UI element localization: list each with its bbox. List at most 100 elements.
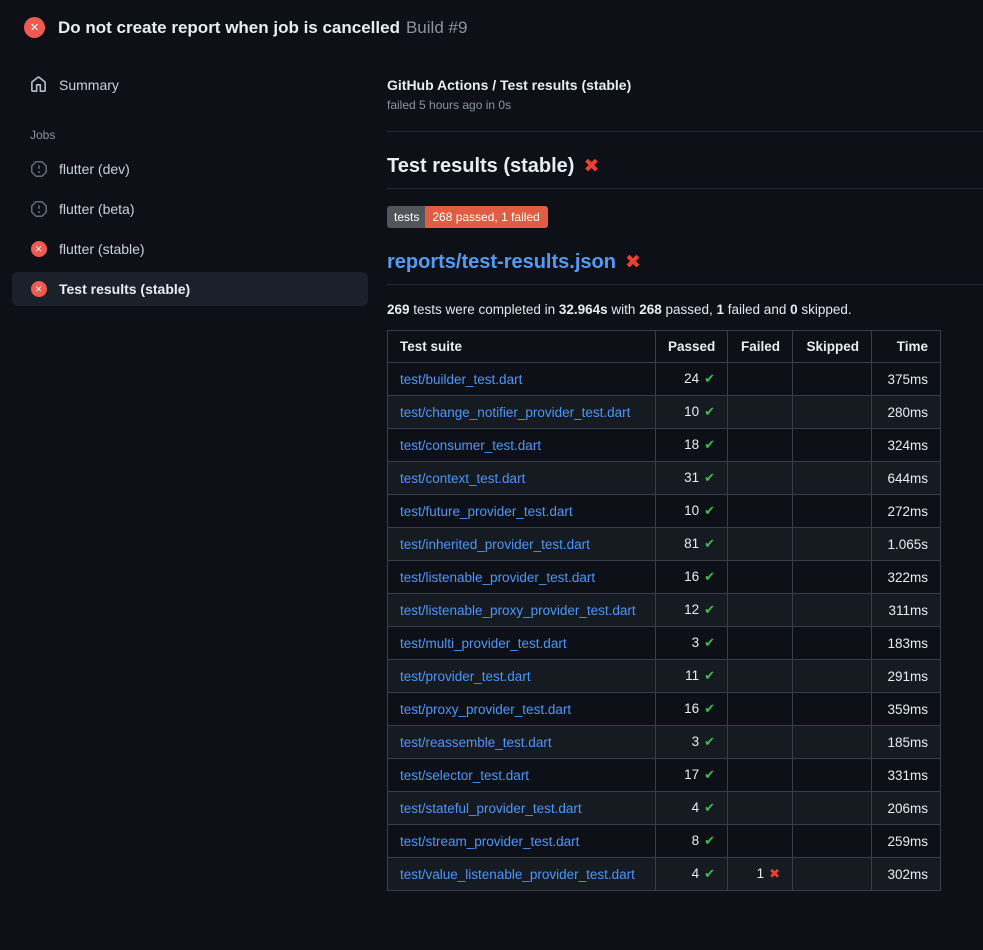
section-heading: Test results (stable)✖ (387, 155, 983, 189)
test-suite-link[interactable]: test/proxy_provider_test.dart (400, 702, 571, 717)
table-cell: 4✔ (656, 792, 728, 825)
cancelled-stop-icon (30, 161, 47, 177)
table-cell: 1✖ (728, 858, 793, 891)
table-cell-suite: test/builder_test.dart (388, 363, 656, 396)
sidebar-item-label: flutter (beta) (59, 201, 134, 217)
table-cell: 280ms (872, 396, 941, 429)
failed-x-circle-icon: ✕ (30, 281, 47, 297)
check-icon: ✔ (704, 767, 715, 782)
table-row: test/change_notifier_provider_test.dart1… (388, 396, 941, 429)
main-content: GitHub Actions / Test results (stable) f… (380, 53, 983, 891)
table-row: test/future_provider_test.dart10✔272ms (388, 495, 941, 528)
table-cell (793, 792, 872, 825)
test-summary-line: 269 tests were completed in 32.964s with… (387, 302, 983, 317)
table-row: test/listenable_proxy_provider_test.dart… (388, 594, 941, 627)
divider (387, 131, 983, 132)
badge-value: 268 passed, 1 failed (425, 206, 547, 228)
test-suite-link[interactable]: test/multi_provider_test.dart (400, 636, 567, 651)
sidebar-item-flutter-beta[interactable]: flutter (beta) (12, 192, 368, 226)
sidebar-item-summary[interactable]: Summary (12, 67, 368, 102)
badge-label: tests (387, 206, 425, 228)
test-suite-link[interactable]: test/future_provider_test.dart (400, 504, 573, 519)
table-row: test/listenable_provider_test.dart16✔322… (388, 561, 941, 594)
table-cell (728, 429, 793, 462)
test-suite-link[interactable]: test/listenable_provider_test.dart (400, 570, 595, 585)
sidebar-item-flutter-dev[interactable]: flutter (dev) (12, 152, 368, 186)
table-cell-suite: test/value_listenable_provider_test.dart (388, 858, 656, 891)
check-icon: ✔ (704, 536, 715, 551)
check-icon: ✔ (704, 371, 715, 386)
table-row: test/builder_test.dart24✔375ms (388, 363, 941, 396)
table-row: test/stream_provider_test.dart 8✔ 259ms (388, 825, 941, 858)
home-icon (30, 76, 47, 93)
table-cell: 17✔ (656, 759, 728, 792)
table-row: test/proxy_provider_test.dart16✔359ms (388, 693, 941, 726)
column-header-skipped: Skipped (793, 331, 872, 363)
table-cell (728, 462, 793, 495)
table-cell-suite: test/context_test.dart (388, 462, 656, 495)
table-cell-suite: test/change_notifier_provider_test.dart (388, 396, 656, 429)
table-cell (793, 594, 872, 627)
table-cell (728, 825, 793, 858)
check-icon: ✔ (704, 635, 715, 650)
test-suite-link[interactable]: test/stream_provider_test.dart (400, 834, 579, 849)
table-cell (793, 825, 872, 858)
table-cell: 185ms (872, 726, 941, 759)
table-cell (728, 693, 793, 726)
sidebar-item-label: Summary (59, 77, 119, 93)
table-cell-suite: test/stateful_provider_test.dart (388, 792, 656, 825)
build-number: Build #9 (406, 18, 467, 37)
table-cell (793, 693, 872, 726)
sidebar-item-label: flutter (stable) (59, 241, 145, 257)
column-header-passed: Passed (656, 331, 728, 363)
table-cell: 206ms (872, 792, 941, 825)
table-cell: 3✔ (656, 726, 728, 759)
table-cell: 311ms (872, 594, 941, 627)
test-results-table: Test suite Passed Failed Skipped Time te… (387, 330, 941, 891)
table-row: test/inherited_provider_test.dart81✔1.06… (388, 528, 941, 561)
report-heading: reports/test-results.json✖ (387, 251, 983, 285)
check-icon: ✔ (704, 569, 715, 584)
check-icon: ✔ (704, 404, 715, 419)
table-cell (728, 561, 793, 594)
table-cell (793, 627, 872, 660)
table-cell-suite: test/stream_provider_test.dart (388, 825, 656, 858)
table-cell: 259ms (872, 825, 941, 858)
test-suite-link[interactable]: test/selector_test.dart (400, 768, 529, 783)
table-row: test/consumer_test.dart18✔324ms (388, 429, 941, 462)
check-icon: ✔ (704, 734, 715, 749)
test-suite-link[interactable]: test/value_listenable_provider_test.dart (400, 867, 635, 882)
table-cell (793, 462, 872, 495)
tests-badge: tests 268 passed, 1 failed (387, 206, 548, 228)
test-suite-link[interactable]: test/reassemble_test.dart (400, 735, 552, 750)
test-suite-link[interactable]: test/consumer_test.dart (400, 438, 541, 453)
table-cell: 16✔ (656, 561, 728, 594)
test-suite-link[interactable]: test/change_notifier_provider_test.dart (400, 405, 630, 420)
table-cell-suite: test/reassemble_test.dart (388, 726, 656, 759)
failed-x-circle-icon: ✕ (24, 17, 45, 38)
table-cell: 272ms (872, 495, 941, 528)
test-suite-link[interactable]: test/listenable_proxy_provider_test.dart (400, 603, 636, 618)
table-cell (793, 561, 872, 594)
table-cell: 16✔ (656, 693, 728, 726)
test-suite-link[interactable]: test/inherited_provider_test.dart (400, 537, 590, 552)
table-cell-suite: test/consumer_test.dart (388, 429, 656, 462)
test-suite-link[interactable]: test/context_test.dart (400, 471, 525, 486)
test-suite-link[interactable]: test/stateful_provider_test.dart (400, 801, 582, 816)
table-cell: 8✔ (656, 825, 728, 858)
table-cell (793, 726, 872, 759)
test-suite-link[interactable]: test/provider_test.dart (400, 669, 531, 684)
test-suite-link[interactable]: test/builder_test.dart (400, 372, 522, 387)
table-row: test/provider_test.dart11✔291ms (388, 660, 941, 693)
check-icon: ✔ (704, 470, 715, 485)
table-cell-suite: test/listenable_provider_test.dart (388, 561, 656, 594)
report-file-link[interactable]: reports/test-results.json (387, 251, 616, 273)
table-row: test/multi_provider_test.dart3✔183ms (388, 627, 941, 660)
check-icon: ✔ (704, 800, 715, 815)
cross-icon: ✖ (769, 866, 780, 881)
check-run-status: failed 5 hours ago in 0s (387, 98, 983, 112)
sidebar-item-flutter-stable[interactable]: ✕ flutter (stable) (12, 232, 368, 266)
check-icon: ✔ (704, 833, 715, 848)
sidebar-item-test-results-stable[interactable]: ✕ Test results (stable) (12, 272, 368, 306)
check-icon: ✔ (704, 866, 715, 881)
